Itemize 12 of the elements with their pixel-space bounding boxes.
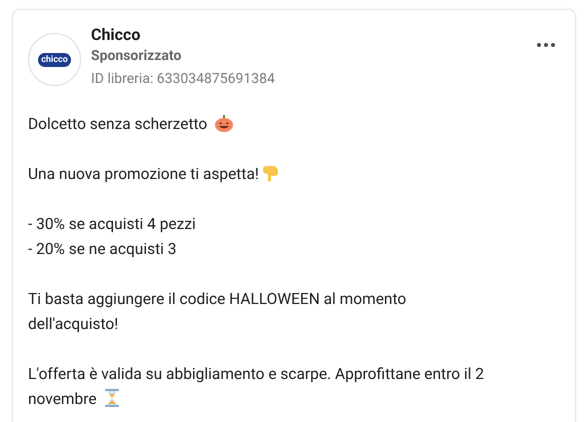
library-id: ID libreria: 633034875691384: [91, 70, 275, 89]
sponsored-label: Sponsorizzato: [91, 47, 182, 66]
pumpkin-icon: [215, 115, 234, 132]
post-paragraph: Dolcetto senza scherzetto: [28, 112, 555, 137]
pointing-hand-icon: [260, 164, 279, 182]
hourglass-icon: [104, 389, 119, 407]
logo-text: chicco: [38, 52, 71, 66]
post-paragraph: Ti basta aggiungere il codice HALLOWEEN al momento dell'acquisto!: [28, 289, 408, 335]
advertiser-name: Chicco: [91, 24, 142, 46]
post-paragraph: - 30% se acquisti 4 pezzi - 20% se ne acquisti 3: [28, 214, 197, 260]
post-paragraph: Una nuova promozione ti aspetta!: [28, 162, 555, 187]
post-paragraph: L'offerta è valida su abbigliamento e scarpe. Approfittane entro il 2 novembre: [28, 364, 486, 410]
